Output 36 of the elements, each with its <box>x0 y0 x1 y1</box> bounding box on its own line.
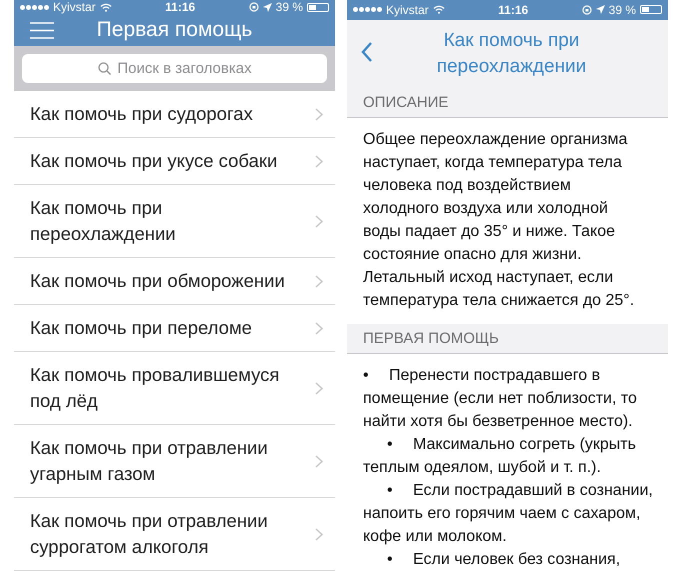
bullet-item: • Перенести пострадавшего в помещение (если нет поблизости, то найти хотя бы безветренное место). <box>363 366 638 432</box>
carrier-name: Kyivstar <box>53 0 96 14</box>
menu-icon[interactable] <box>30 22 54 39</box>
battery-icon <box>640 5 662 14</box>
rotation-lock-icon <box>248 2 259 12</box>
chevron-icon <box>315 214 323 228</box>
rotation-lock-icon <box>582 4 592 15</box>
clock-time: 11:16 <box>164 0 196 14</box>
carrier-name: Kyivstar <box>386 2 429 17</box>
bullet-item: • Максимально согреть (укрыть теплым одеялом, шубой и т. п.). <box>363 435 637 478</box>
signal-icon <box>353 7 382 12</box>
wifi-icon <box>432 5 445 14</box>
location-arrow-icon <box>262 2 272 12</box>
battery-percent: 39 % <box>608 2 636 17</box>
description-text: Общее переохлаждение организма наступает, когда температура тела человека под воздействием холодного воздуха или холодной воды падает до 35° и ниже. Такое состояние опасно для жизни. Летальный исход наступает, если температура тела снижается до 25°. <box>362 130 636 311</box>
chevron-icon <box>315 274 323 288</box>
chevron-icon <box>315 322 323 334</box>
chevron-icon <box>315 154 323 168</box>
screen-title: Первая помощь <box>96 18 254 42</box>
battery-icon <box>307 2 329 12</box>
signal-icon <box>20 4 49 10</box>
chevron-icon <box>315 108 323 120</box>
chevron-icon <box>315 528 323 540</box>
search-icon <box>98 62 111 75</box>
battery-percent: 39 % <box>276 0 303 14</box>
section-header: ОПИСАНИЕ <box>347 88 668 118</box>
chevron-icon <box>315 382 323 394</box>
wifi-icon <box>100 2 112 12</box>
section-header: ПЕРВАЯ ПОМОЩЬ <box>347 324 668 354</box>
bullet-item: • Если пострадавший в сознании, напоить его горячим чаем с сахаром, кофе или молоком. <box>363 481 654 547</box>
search-field[interactable]: Поиск в заголовках <box>22 54 327 83</box>
bullet-item: • Если человек без сознания, <box>386 550 622 570</box>
location-arrow-icon <box>596 5 605 14</box>
chevron-icon <box>315 454 323 468</box>
screen-title: Как помочь при переохлаждении <box>436 28 588 79</box>
clock-time: 11:16 <box>497 2 530 17</box>
